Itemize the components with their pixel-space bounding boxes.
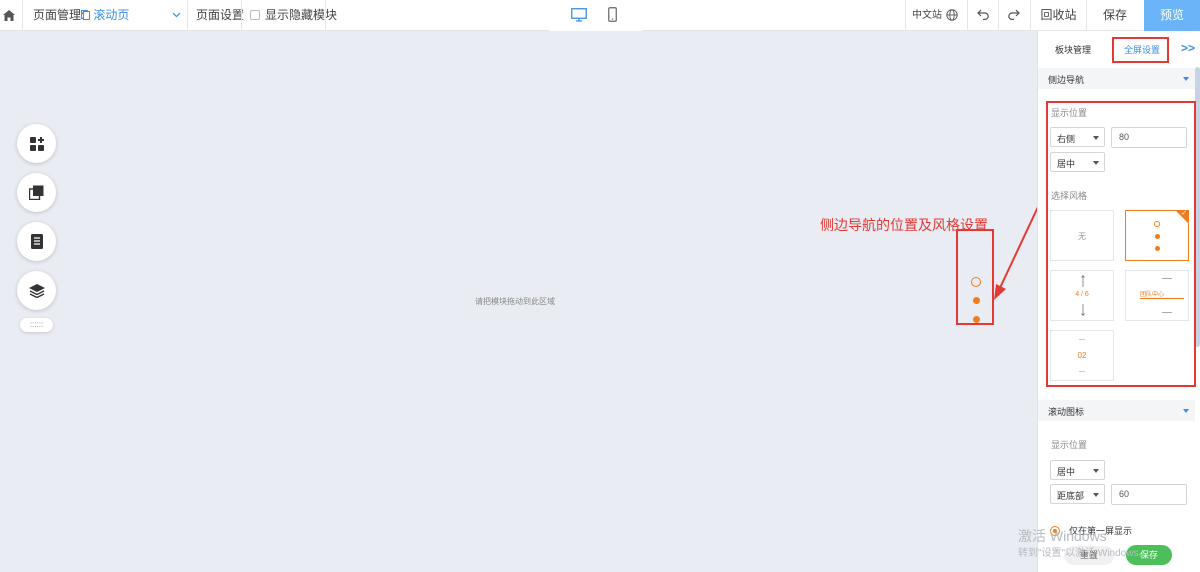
- side-nav-preview-highlight: [956, 229, 994, 325]
- show-hidden-modules-label: 显示隐藏模块: [265, 8, 338, 22]
- scroll-distance-select[interactable]: 距底部: [1050, 484, 1105, 504]
- copy-icon: [29, 185, 44, 200]
- layers-button[interactable]: [17, 271, 56, 310]
- caret-down-icon: [1183, 409, 1189, 413]
- position-label: 显示位置: [1051, 440, 1088, 450]
- modules-icon: [29, 136, 44, 151]
- undo-icon[interactable]: [977, 9, 989, 20]
- page-settings-button[interactable]: 页面设置: [196, 0, 244, 31]
- divider: [905, 0, 906, 31]
- collapse-panel-icon[interactable]: >>: [1181, 41, 1195, 55]
- page-icon: [81, 10, 90, 20]
- add-module-button[interactable]: [17, 124, 56, 163]
- section-title: 侧边导航: [1048, 75, 1085, 85]
- annotation-text: 侧边导航的位置及风格设置: [820, 217, 988, 233]
- divider: [22, 0, 23, 31]
- drop-hint: 请把模块拖动到此区域: [475, 297, 555, 306]
- desktop-icon[interactable]: [571, 8, 587, 22]
- page-manage-label: 页面管理:: [33, 8, 85, 22]
- layers-icon: [28, 283, 45, 298]
- tab-highlight: [1112, 37, 1169, 63]
- caret-down-icon: [1093, 493, 1099, 497]
- scroll-align-select[interactable]: 居中: [1050, 460, 1105, 480]
- divider: [187, 0, 188, 31]
- page-list-button[interactable]: [17, 222, 56, 261]
- scroll-icon-section-header[interactable]: 滚动图标: [1038, 400, 1195, 421]
- redo-icon[interactable]: [1008, 9, 1020, 20]
- page-select[interactable]: 滚动页: [81, 0, 129, 31]
- divider: [998, 0, 999, 31]
- select-value: 距底部: [1057, 491, 1085, 501]
- current-page-name: 滚动页: [93, 8, 130, 22]
- copy-module-button[interactable]: [17, 173, 56, 212]
- divider: [967, 0, 968, 31]
- checkbox[interactable]: [250, 10, 260, 20]
- show-hidden-modules-toggle[interactable]: 显示隐藏模块: [250, 0, 337, 31]
- save-button[interactable]: 保存: [1087, 0, 1143, 31]
- windows-activation-hint: 转到"设置"以激活 Windows。: [1018, 548, 1149, 559]
- site-language-button[interactable]: 中文站: [912, 0, 942, 31]
- divider: [241, 0, 242, 31]
- section-title: 滚动图标: [1048, 407, 1085, 417]
- top-toolbar: 页面管理: 滚动页 页面设置 显示隐藏模块 中文站 回收站 保存 预览: [0, 0, 1200, 31]
- mobile-icon[interactable]: [608, 7, 617, 22]
- editor-canvas[interactable]: 请把模块拖动到此区域: [0, 31, 1037, 572]
- windows-activation-watermark: 激活 Windows: [1018, 528, 1107, 544]
- tab-block-management[interactable]: 板块管理: [1055, 43, 1091, 56]
- home-icon[interactable]: [0, 0, 18, 31]
- drag-handle[interactable]: ::::::: [20, 318, 53, 332]
- globe-icon[interactable]: [946, 9, 958, 21]
- document-icon: [30, 234, 43, 249]
- side-nav-section-header[interactable]: 侧边导航: [1038, 68, 1195, 89]
- divider: [325, 0, 326, 31]
- caret-down-icon: [1183, 77, 1189, 81]
- preview-button[interactable]: 预览: [1144, 0, 1200, 31]
- select-value: 居中: [1057, 467, 1076, 477]
- settings-panel: 板块管理 全屏设置 >> 侧边导航 显示位置 右侧 80 居中 选择风格 无 ✓…: [1037, 31, 1200, 572]
- caret-down-icon: [1093, 469, 1099, 473]
- side-nav-settings-highlight: [1046, 101, 1196, 387]
- chevron-down-icon[interactable]: [172, 12, 181, 18]
- recycle-bin-button[interactable]: 回收站: [1031, 0, 1086, 31]
- distance-input[interactable]: 60: [1111, 484, 1187, 505]
